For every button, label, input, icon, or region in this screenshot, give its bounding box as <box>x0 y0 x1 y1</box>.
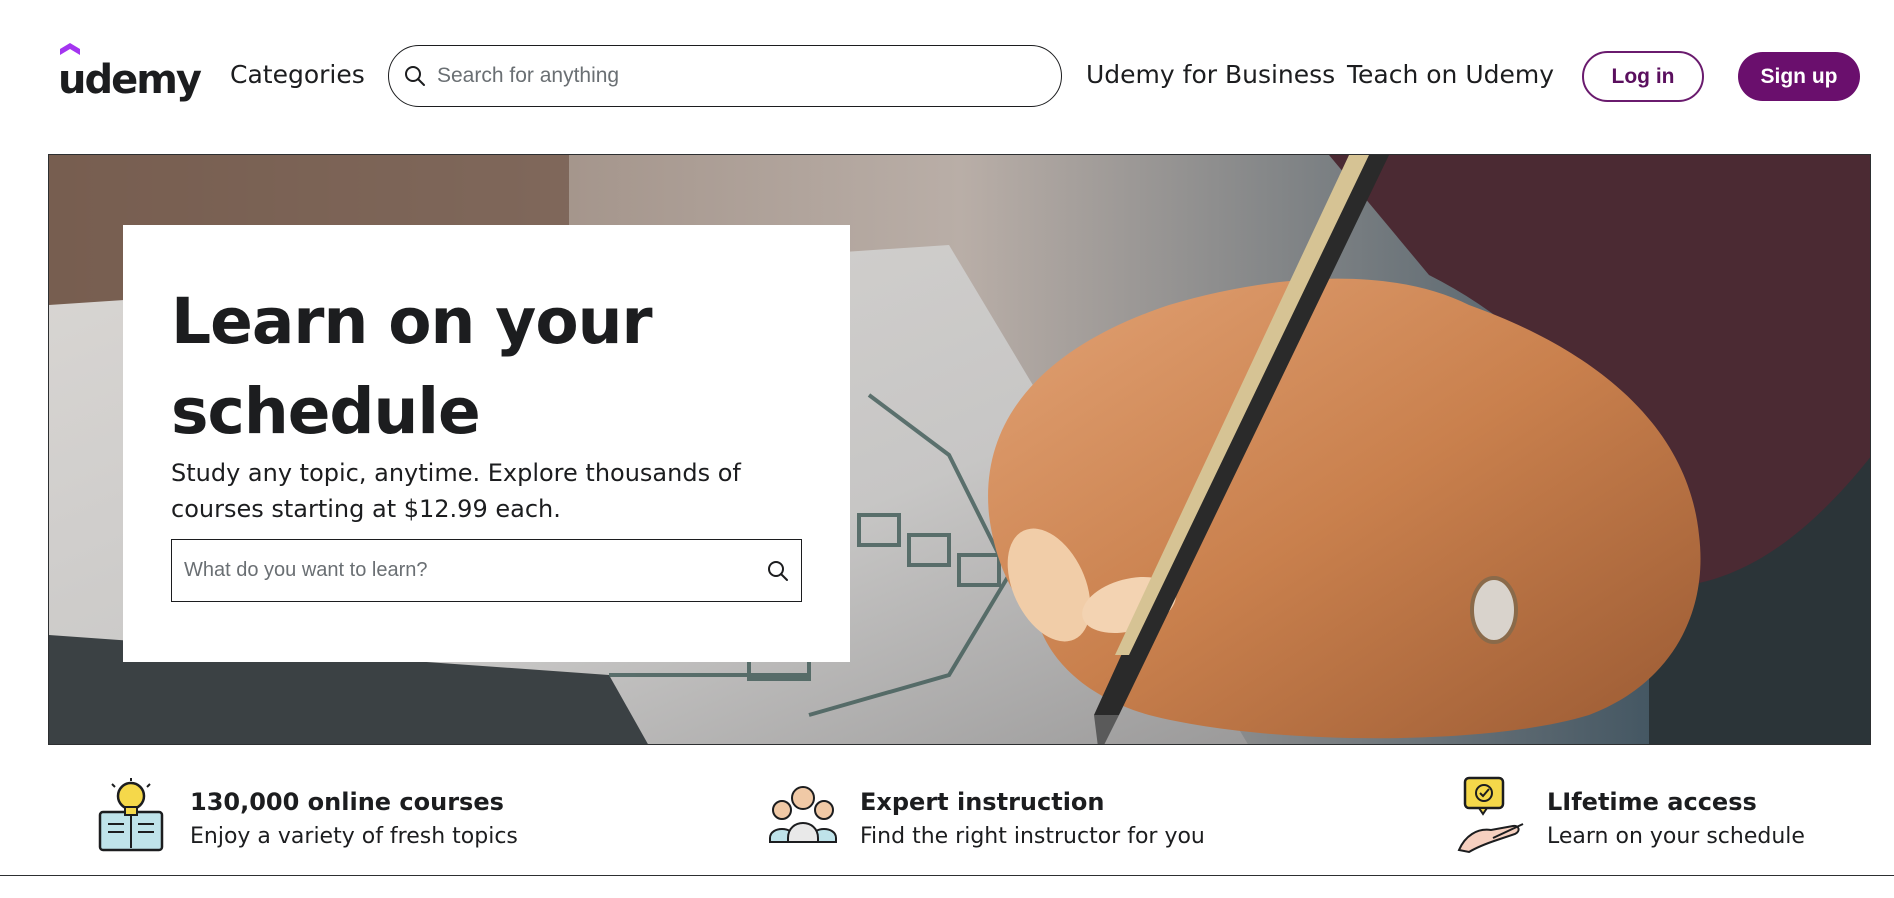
categories-menu[interactable]: Categories <box>230 60 365 89</box>
book-lightbulb-icon <box>98 778 164 852</box>
login-button[interactable]: Log in <box>1582 51 1704 102</box>
feature-description: Find the right instructor for you <box>860 824 1205 849</box>
lifetime-access-hand-icon <box>1457 776 1524 854</box>
feature-title: 130,000 online courses <box>190 788 504 816</box>
top-header: udemy Categories Udemy for Business Teac… <box>0 0 1894 152</box>
udemy-for-business-link[interactable]: Udemy for Business <box>1086 60 1335 89</box>
hero-subtitle: Study any topic, anytime. Explore thousa… <box>171 459 741 523</box>
teach-on-udemy-link[interactable]: Teach on Udemy <box>1347 60 1554 89</box>
hero-banner: Learn on your schedule Study any topic, … <box>48 154 1871 745</box>
header-search-bar[interactable] <box>388 45 1062 107</box>
hero-search-input[interactable] <box>184 550 744 591</box>
udemy-logo[interactable]: udemy <box>58 43 202 103</box>
feature-title: Expert instruction <box>860 788 1105 816</box>
header-search-input[interactable] <box>437 56 1037 96</box>
instructors-icon <box>769 786 837 843</box>
feature-description: Enjoy a variety of fresh topics <box>190 824 518 849</box>
hero-title: Learn on your schedule <box>171 285 653 448</box>
hero-search-icon[interactable] <box>767 560 791 584</box>
hero-card: Learn on your schedule Study any topic, … <box>123 225 850 662</box>
logo-hat-icon <box>60 43 80 55</box>
section-divider <box>0 875 1894 876</box>
value-props: 130,000 online courses Enjoy a variety o… <box>0 748 1894 876</box>
hero-search-box[interactable] <box>171 539 802 602</box>
feature-description: Learn on your schedule <box>1547 824 1805 849</box>
search-icon[interactable] <box>403 64 427 88</box>
feature-title: LIfetime access <box>1547 788 1757 816</box>
logo-wordmark: udemy <box>58 57 202 103</box>
signup-button[interactable]: Sign up <box>1738 52 1860 101</box>
